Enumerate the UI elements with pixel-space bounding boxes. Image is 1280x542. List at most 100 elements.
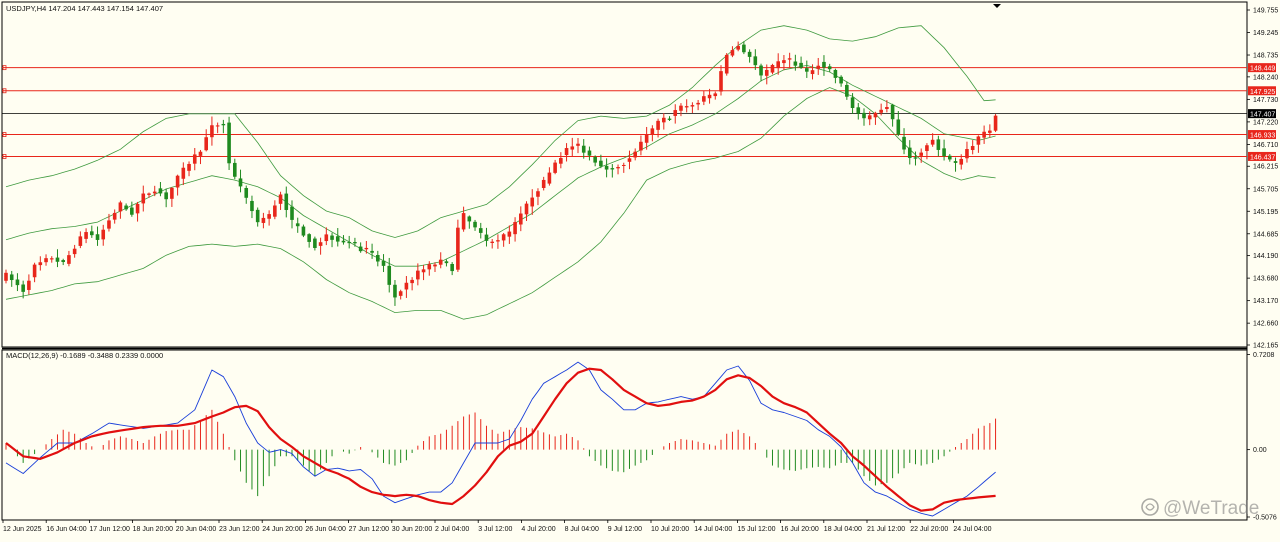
macd-header: MACD(12,26,9) -0.1689 -0.3488 0.2339 0.0… bbox=[6, 351, 163, 360]
bull-candle bbox=[770, 64, 775, 73]
time-tick-label: 8 Jul 04:00 bbox=[565, 526, 599, 533]
bull-candle bbox=[536, 191, 540, 197]
bear-candle bbox=[313, 238, 317, 248]
level-tag-label: 146.437 bbox=[1250, 154, 1275, 161]
bull-candle bbox=[707, 94, 712, 99]
price-tick-label: 146.710 bbox=[1253, 142, 1278, 149]
bear-candle bbox=[290, 206, 294, 220]
bull-candle bbox=[416, 270, 420, 280]
bull-candle bbox=[513, 222, 517, 235]
bull-candle bbox=[702, 96, 706, 102]
bull-candle bbox=[621, 164, 626, 166]
bear-candle bbox=[610, 168, 615, 170]
bear-candle bbox=[358, 246, 363, 252]
bull-candle bbox=[993, 115, 998, 131]
bear-candle bbox=[221, 123, 226, 126]
bear-candle bbox=[335, 236, 340, 242]
bull-candle bbox=[181, 167, 186, 179]
time-tick-label: 24 Jun 20:00 bbox=[262, 526, 303, 533]
bear-candle bbox=[793, 61, 798, 66]
bear-candle bbox=[473, 221, 477, 228]
time-tick-label: 3 Jul 12:00 bbox=[478, 526, 512, 533]
bear-candle bbox=[347, 241, 351, 244]
time-tick-label: 9 Jul 12:00 bbox=[608, 526, 642, 533]
bull-candle bbox=[988, 130, 992, 133]
time-tick-label: 14 Jul 04:00 bbox=[694, 526, 732, 533]
bear-candle bbox=[805, 68, 809, 72]
time-tick-label: 20 Jun 04:00 bbox=[176, 526, 217, 533]
bull-candle bbox=[507, 231, 512, 237]
current-price-label: 147.407 bbox=[1250, 112, 1275, 119]
bear-candle bbox=[827, 66, 832, 70]
bull-candle bbox=[616, 167, 620, 169]
time-tick-label: 16 Jul 20:00 bbox=[781, 526, 819, 533]
symbol-header: USDJPY,H4 147.204 147.443 147.154 147.40… bbox=[6, 4, 163, 13]
bull-candle bbox=[404, 282, 409, 290]
bear-candle bbox=[330, 235, 334, 240]
bull-candle bbox=[879, 109, 883, 113]
bear-candle bbox=[936, 139, 941, 150]
bull-candle bbox=[690, 105, 695, 107]
bull-candle bbox=[662, 117, 666, 123]
price-tick-label: 142.165 bbox=[1253, 343, 1278, 350]
price-tick-label: 149.245 bbox=[1253, 30, 1278, 37]
bear-candle bbox=[839, 76, 843, 84]
time-tick-label: 18 Jun 20:00 bbox=[133, 526, 174, 533]
bull-candle bbox=[438, 259, 443, 265]
bull-candle bbox=[696, 102, 700, 105]
time-tick-label: 16 Jun 04:00 bbox=[46, 526, 87, 533]
bear-candle bbox=[227, 122, 231, 164]
bear-candle bbox=[130, 207, 134, 215]
bull-candle bbox=[982, 131, 986, 138]
bear-candle bbox=[478, 228, 483, 233]
bear-candle bbox=[233, 162, 237, 177]
bear-candle bbox=[593, 156, 597, 163]
level-tag-label: 148.449 bbox=[1250, 66, 1275, 73]
bull-candle bbox=[278, 194, 283, 204]
bull-candle bbox=[925, 145, 929, 151]
bear-candle bbox=[15, 279, 20, 286]
bull-candle bbox=[410, 279, 414, 284]
bull-candle bbox=[519, 213, 523, 225]
watermark-text: @WeTrade bbox=[1163, 498, 1259, 519]
bull-candle bbox=[816, 65, 821, 69]
bull-candle bbox=[84, 232, 88, 239]
bear-candle bbox=[353, 241, 357, 244]
bull-candle bbox=[461, 213, 466, 230]
bull-candle bbox=[736, 46, 740, 50]
bear-candle bbox=[913, 157, 918, 159]
bull-candle bbox=[564, 148, 569, 156]
bull-candle bbox=[273, 205, 277, 217]
bear-candle bbox=[164, 192, 168, 200]
bear-candle bbox=[9, 274, 14, 281]
price-tick-label: 142.660 bbox=[1253, 321, 1278, 328]
bull-candle bbox=[67, 255, 71, 264]
bull-candle bbox=[118, 202, 123, 212]
bull-candle bbox=[787, 58, 792, 60]
bull-candle bbox=[867, 115, 872, 120]
bull-candle bbox=[4, 272, 8, 281]
chart-window: 149.755 149.245 148.735 148.240 147.730 147.2… bbox=[0, 0, 1280, 537]
bull-candle bbox=[215, 125, 220, 127]
price-tick-label: 147.730 bbox=[1253, 97, 1278, 104]
bull-candle bbox=[152, 191, 157, 194]
bear-candle bbox=[250, 200, 254, 212]
bull-candle bbox=[501, 234, 506, 241]
bull-candle bbox=[261, 217, 266, 223]
bear-candle bbox=[587, 150, 592, 156]
bear-candle bbox=[902, 136, 906, 150]
bull-candle bbox=[101, 229, 106, 240]
price-tick-label: 143.170 bbox=[1253, 298, 1278, 305]
bull-candle bbox=[965, 149, 969, 159]
time-tick-label: 30 Jun 20:00 bbox=[392, 526, 433, 533]
bear-candle bbox=[307, 234, 311, 242]
bull-candle bbox=[318, 242, 323, 246]
time-tick-label: 18 Jul 04:00 bbox=[824, 526, 862, 533]
time-tick-label: 17 Jun 12:00 bbox=[89, 526, 130, 533]
bear-candle bbox=[61, 260, 65, 263]
bull-candle bbox=[530, 197, 535, 207]
bull-candle bbox=[27, 280, 31, 290]
chart-canvas[interactable]: 149.755 149.245 148.735 148.240 147.730 147.2… bbox=[0, 0, 1280, 537]
bull-candle bbox=[633, 151, 637, 158]
bull-candle bbox=[810, 70, 815, 75]
